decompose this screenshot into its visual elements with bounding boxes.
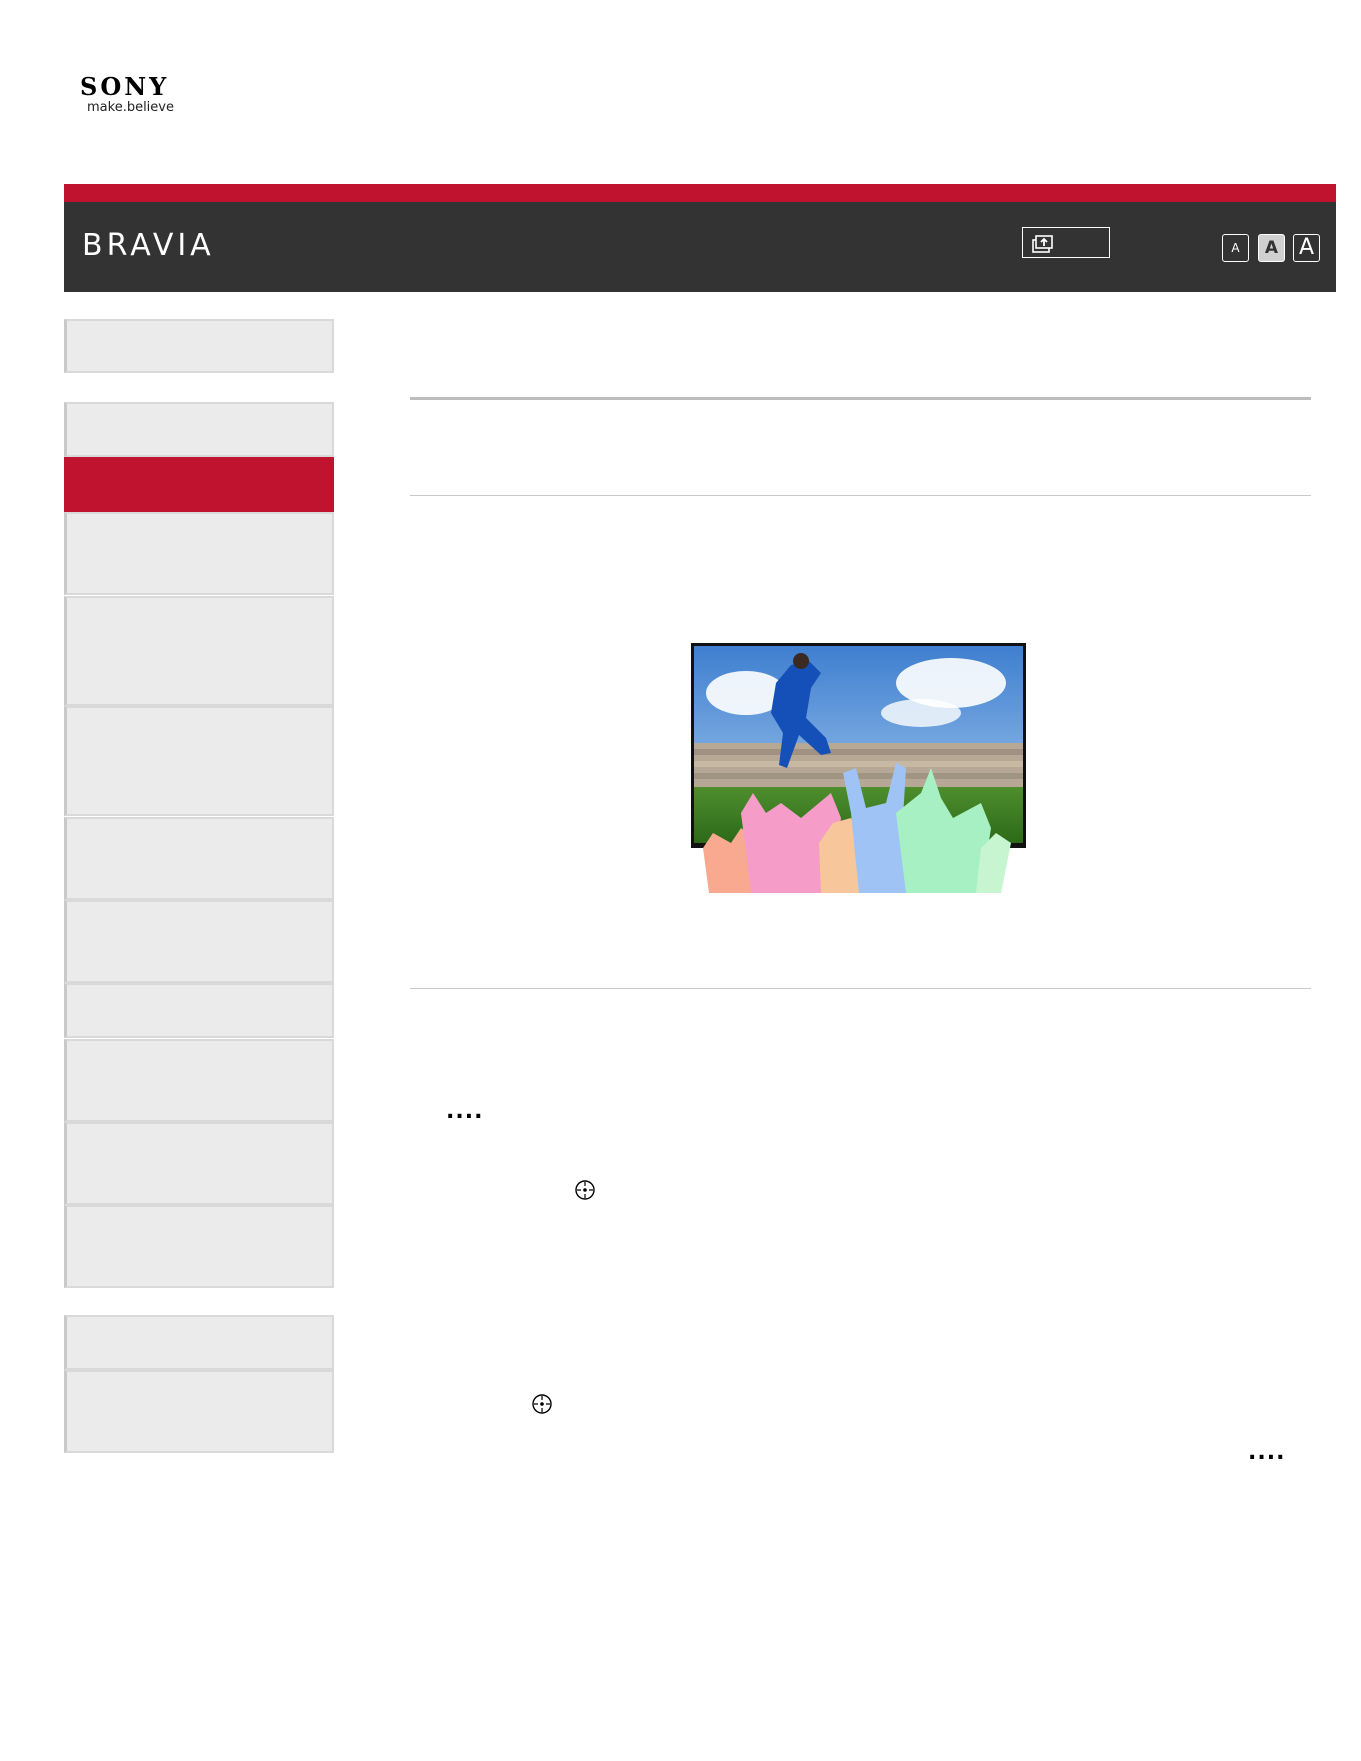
sidebar-item-label	[67, 598, 332, 618]
sidebar-item-1[interactable]	[64, 319, 334, 373]
font-size-medium-button[interactable]: A	[1258, 234, 1285, 262]
sidebar-item-label	[67, 514, 332, 534]
sidebar-item-label	[67, 1372, 332, 1392]
sidebar-item-label	[67, 321, 332, 341]
more-indicator[interactable]: ....	[1248, 1442, 1285, 1464]
sidebar-item-label	[67, 1207, 332, 1227]
header-accent-bar	[64, 184, 1336, 202]
sidebar-item-11[interactable]	[64, 1122, 334, 1205]
section-divider	[410, 495, 1311, 496]
sidebar-item-10[interactable]	[64, 1039, 334, 1122]
sidebar-item-3-active[interactable]	[64, 457, 334, 512]
sidebar-item-4[interactable]	[64, 512, 334, 595]
more-indicator[interactable]: ....	[446, 1101, 483, 1123]
logo-brand: SONY	[80, 72, 170, 101]
sidebar-item-9[interactable]	[64, 983, 334, 1038]
enter-button-icon	[575, 1180, 595, 1200]
sidebar-item-label	[67, 902, 332, 922]
sidebar-item-label	[67, 1124, 332, 1144]
sidebar-item-14[interactable]	[64, 1370, 334, 1453]
sidebar-item-13[interactable]	[64, 1315, 334, 1370]
font-size-small-button[interactable]: A	[1222, 234, 1249, 262]
sidebar-item-label	[67, 1317, 332, 1337]
sidebar-item-8[interactable]	[64, 900, 334, 983]
sidebar-item-label	[67, 459, 332, 479]
sidebar-item-label	[67, 404, 332, 424]
sidebar-item-12[interactable]	[64, 1205, 334, 1288]
section-divider	[410, 988, 1311, 989]
sidebar-item-label	[67, 819, 332, 839]
upload-button[interactable]	[1022, 227, 1110, 258]
sidebar-item-label	[67, 1041, 332, 1061]
sidebar-item-7[interactable]	[64, 817, 334, 900]
sony-logo: SONY make.believe	[80, 72, 190, 116]
sidebar-item-label	[67, 985, 332, 1005]
tv-illustration	[691, 643, 1026, 893]
header-bar: BRAVIA A A A	[64, 202, 1336, 292]
sidebar-item-label	[67, 708, 332, 728]
sidebar-item-5[interactable]	[64, 596, 334, 706]
title-divider	[410, 397, 1311, 400]
upload-icon	[1032, 235, 1053, 253]
font-size-large-button[interactable]: A	[1293, 234, 1320, 262]
logo-tagline: make.believe	[87, 100, 174, 115]
sidebar-item-6[interactable]	[64, 706, 334, 816]
sidebar-item-2[interactable]	[64, 402, 334, 457]
product-title: BRAVIA	[82, 228, 215, 263]
enter-button-icon	[532, 1394, 552, 1414]
